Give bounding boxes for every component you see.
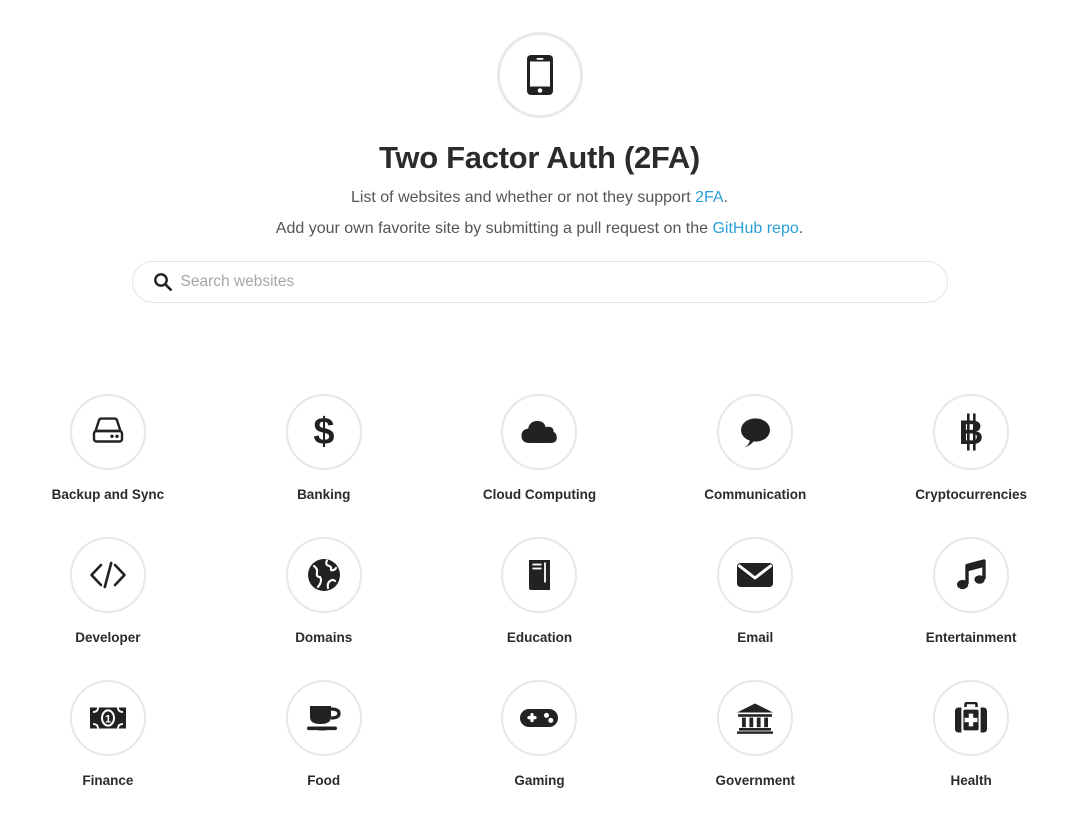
category-label: Cloud Computing <box>482 487 597 502</box>
category-icon-circle <box>717 680 794 756</box>
page-title: Two Factor Auth (2FA) <box>379 140 700 175</box>
tagline-line-2: Add your own favorite site by submitting… <box>0 218 1079 239</box>
category-health[interactable]: Health <box>863 680 1079 823</box>
category-cryptocurrencies[interactable]: B Cryptocurrencies <box>863 394 1079 537</box>
link-2fa[interactable]: 2FA <box>695 189 723 206</box>
category-icon-circle <box>285 680 362 756</box>
music-note-icon <box>955 558 987 592</box>
hard-drive-icon <box>90 417 126 447</box>
bitcoin-icon: B <box>957 412 985 452</box>
gamepad-icon <box>519 706 559 730</box>
category-icon-circle <box>69 394 146 470</box>
tagline-2-text-before: Add your own favorite site by submitting… <box>275 220 713 237</box>
category-label: Domains <box>295 630 353 645</box>
category-email[interactable]: Email <box>647 537 863 680</box>
category-label: Food <box>307 773 341 788</box>
category-label: Entertainment <box>925 630 1017 645</box>
category-finance[interactable]: 1 Finance <box>0 680 216 823</box>
category-label: Email <box>737 630 774 645</box>
medical-kit-icon <box>953 702 989 734</box>
tagline-2-text-after: . <box>798 220 804 237</box>
svg-text:1: 1 <box>105 714 111 726</box>
tagline-line-1: List of websites and whether or not they… <box>0 187 1079 208</box>
banknote-icon: 1 <box>89 706 127 730</box>
page-root: Two Factor Auth (2FA) List of websites a… <box>0 0 1079 792</box>
category-label: Health <box>950 773 992 788</box>
tagline-1-text-after: . <box>723 189 729 206</box>
globe-icon <box>307 558 341 592</box>
bank-building-icon <box>736 702 774 734</box>
category-government[interactable]: Government <box>647 680 863 823</box>
category-grid: Backup and Sync $ Banking Cloud Computin… <box>0 303 1079 823</box>
category-icon-circle <box>501 680 578 756</box>
category-label: Education <box>506 630 573 645</box>
category-label: Banking <box>297 487 351 502</box>
category-label: Backup and Sync <box>51 487 165 502</box>
dollar-sign-icon: $ <box>311 412 337 452</box>
svg-text:B: B <box>959 414 984 452</box>
category-icon-circle: $ <box>285 394 362 470</box>
category-label: Cryptocurrencies <box>915 487 1027 502</box>
category-domains[interactable]: Domains <box>216 537 432 680</box>
mobile-phone-icon <box>526 55 553 95</box>
link-github-repo[interactable]: GitHub repo <box>712 220 798 237</box>
site-header: Two Factor Auth (2FA) List of websites a… <box>0 0 1079 303</box>
cloud-icon <box>520 418 558 446</box>
code-brackets-icon <box>89 561 127 589</box>
category-label: Communication <box>704 487 807 502</box>
search-input[interactable] <box>131 261 948 303</box>
category-icon-circle: 1 <box>69 680 146 756</box>
category-label: Gaming <box>514 773 565 788</box>
envelope-icon <box>736 561 774 589</box>
category-label: Government <box>715 773 796 788</box>
svg-text:$: $ <box>313 412 334 452</box>
category-icon-circle <box>717 394 794 470</box>
tagline-1-text-before: List of websites and whether or not they… <box>350 189 696 206</box>
book-icon <box>523 558 555 592</box>
category-icon-circle <box>933 537 1010 613</box>
category-label: Developer <box>75 630 141 645</box>
category-icon-circle: B <box>933 394 1010 470</box>
category-entertainment[interactable]: Entertainment <box>863 537 1079 680</box>
category-icon-circle <box>933 680 1010 756</box>
category-icon-circle <box>501 537 578 613</box>
category-gaming[interactable]: Gaming <box>432 680 648 823</box>
category-icon-circle <box>501 394 578 470</box>
search-bar <box>131 261 948 303</box>
speech-bubble-icon <box>738 416 772 448</box>
category-developer[interactable]: Developer <box>0 537 216 680</box>
category-cloud-computing[interactable]: Cloud Computing <box>432 394 648 537</box>
category-banking[interactable]: $ Banking <box>216 394 432 537</box>
category-icon-circle <box>285 537 362 613</box>
category-label: Finance <box>82 773 134 788</box>
category-icon-circle <box>69 537 146 613</box>
category-icon-circle <box>717 537 794 613</box>
category-backup-and-sync[interactable]: Backup and Sync <box>0 394 216 537</box>
category-communication[interactable]: Communication <box>647 394 863 537</box>
coffee-cup-icon <box>305 703 343 733</box>
category-food[interactable]: Food <box>216 680 432 823</box>
site-logo <box>496 32 583 118</box>
category-education[interactable]: Education <box>432 537 648 680</box>
